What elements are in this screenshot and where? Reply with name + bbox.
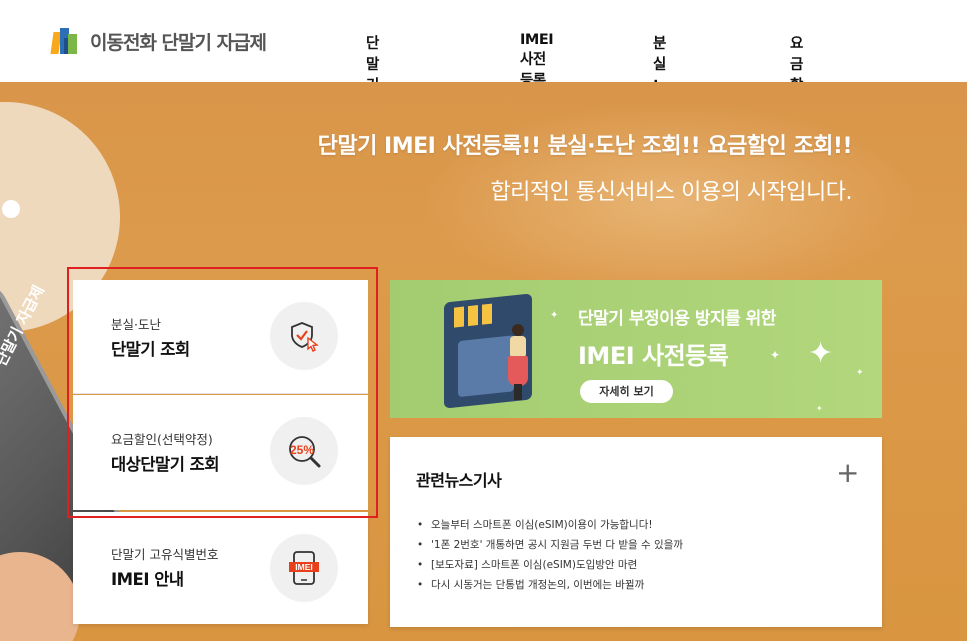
site-logo[interactable]: 이동전화 단말기 자급제 bbox=[50, 26, 267, 56]
banner-line2: IMEI 사전등록 bbox=[578, 342, 729, 370]
banner-more-button[interactable]: 자세히 보기 bbox=[580, 380, 673, 403]
phone-imei-icon: IMEI bbox=[270, 534, 338, 602]
site-header: 이동전화 단말기 자급제 단말기자급제 소개 IMEI 사전등록 분실 · 도난… bbox=[0, 0, 967, 199]
news-item[interactable]: 다시 시동거는 단통법 개정논의, 이번에는 바뀔까 bbox=[416, 575, 683, 595]
logo-mark-icon bbox=[50, 26, 84, 56]
imei-badge-text: IMEI bbox=[295, 562, 312, 572]
hero-title: 단말기 IMEI 사전등록!! 분실·도난 조회!! 요금할인 조회!! bbox=[317, 134, 853, 159]
quick-card-imei-info[interactable]: 단말기 고유식별번호 IMEI 안내 IMEI bbox=[73, 512, 368, 624]
person-illustration bbox=[508, 324, 528, 400]
news-panel: 관련뉴스기사 + 오늘부터 스마트폰 이심(eSIM)이용이 가능합니다! '1… bbox=[390, 437, 882, 627]
sparkle-icon: ✦ bbox=[808, 336, 834, 371]
news-item[interactable]: 오늘부터 스마트폰 이심(eSIM)이용이 가능합니다! bbox=[416, 515, 683, 535]
sparkle-icon: ✦ bbox=[816, 404, 823, 413]
sparkle-icon: ✦ bbox=[770, 348, 781, 362]
imei-register-banner[interactable]: ✦ ✦ ✦ ✦ ✦ 단말기 부정이용 방지를 위한 IMEI 사전등록 자세히 … bbox=[390, 280, 882, 418]
news-title: 관련뉴스기사 bbox=[416, 471, 502, 490]
sparkle-icon: ✦ bbox=[856, 368, 864, 378]
sparkle-icon: ✦ bbox=[550, 310, 559, 321]
highlight-box bbox=[67, 267, 378, 518]
card-title: IMEI 안내 bbox=[111, 570, 184, 589]
news-item[interactable]: '1폰 2번호' 개통하면 공시 지원금 두번 다 받을 수 있을까 bbox=[416, 535, 683, 555]
logo-text: 이동전화 단말기 자급제 bbox=[90, 31, 267, 54]
banner-line1: 단말기 부정이용 방지를 위한 bbox=[578, 309, 776, 329]
hero-subtitle: 합리적인 통신서비스 이용의 시작입니다. bbox=[490, 180, 852, 205]
news-item[interactable]: [보도자료] 스마트폰 이심(eSIM)도입방안 마련 bbox=[416, 555, 683, 575]
news-more-plus-icon[interactable]: + bbox=[836, 459, 859, 487]
news-list: 오늘부터 스마트폰 이심(eSIM)이용이 가능합니다! '1폰 2번호' 개통… bbox=[416, 515, 683, 595]
card-subtitle: 단말기 고유식별번호 bbox=[111, 547, 219, 562]
